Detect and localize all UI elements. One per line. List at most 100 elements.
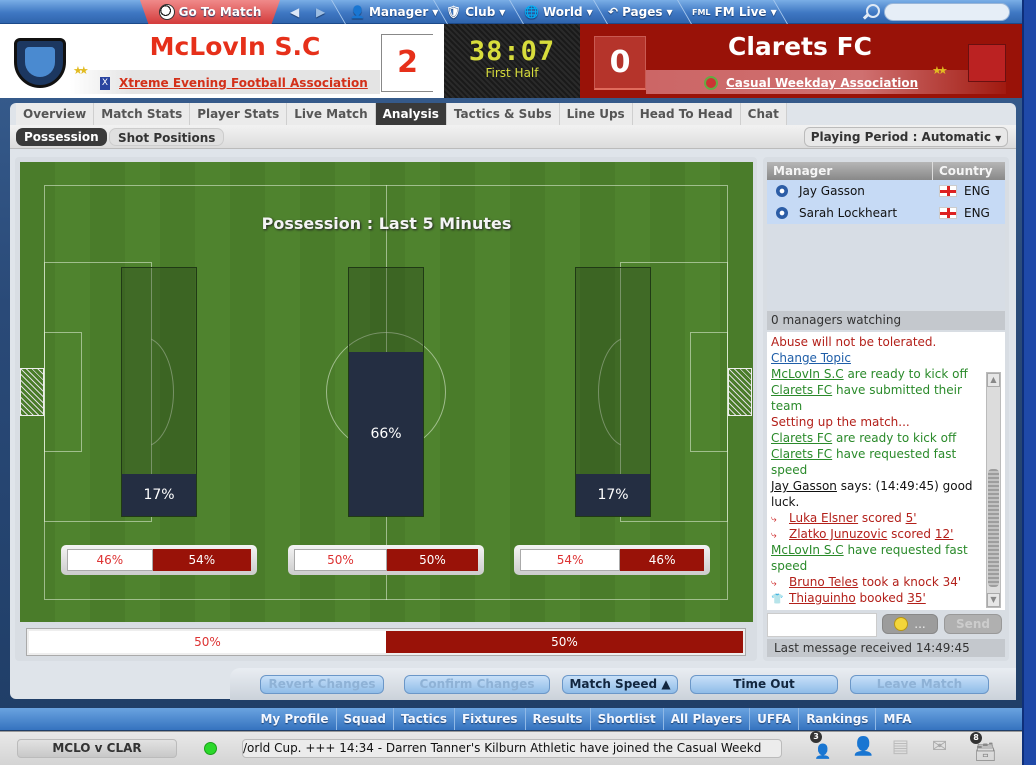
goal-event: ⤷ Zlatko Junuzovic scored 12' — [771, 527, 954, 541]
emoticon-button[interactable]: ... — [882, 614, 938, 634]
away-competition-link[interactable]: Casual Weekday Association — [726, 76, 918, 90]
possession-pitch: Possession : Last 5 Minutes 17% 66% 17% … — [20, 162, 753, 622]
scroll-down-icon[interactable]: ▼ — [987, 593, 1000, 607]
home-share: 46% — [67, 549, 153, 571]
club-shield-icon: 🛡 — [446, 5, 462, 19]
goal-event: ⤷ Luka Elsner scored 5' — [771, 511, 917, 525]
zone-split-right: 54% 46% — [514, 545, 710, 575]
time-out-button[interactable]: Time Out — [690, 675, 838, 694]
tab-live-match[interactable]: Live Match — [287, 103, 376, 125]
tab-tactics-subs[interactable]: Tactics & Subs — [446, 103, 560, 125]
nav-world-menu[interactable]: 🌐 World ▼ — [524, 0, 593, 24]
left-six-yard-box — [44, 332, 82, 452]
go-to-match-button[interactable]: Go To Match — [140, 0, 280, 24]
nav-manager-menu[interactable]: 👤 Manager ▼ — [350, 0, 438, 24]
tab-chat[interactable]: Chat — [740, 103, 787, 125]
bottom-nav-rankings[interactable]: Rankings — [799, 708, 877, 730]
top-navigation-bar: Go To Match ◀ ▶ 👤 Manager ▼ 🛡 Club ▼ 🌐 World ▼… — [0, 0, 1022, 24]
manager-status-icon — [776, 185, 788, 197]
smiley-icon — [894, 617, 909, 631]
confirm-changes-button[interactable]: Confirm Changes — [404, 675, 550, 694]
chat-message: Clarets FC are ready to kick off — [771, 431, 957, 445]
chat-message-input[interactable] — [767, 613, 877, 637]
search-input[interactable] — [884, 3, 1010, 21]
last-message-status: Last message received 14:49:45 — [767, 639, 1005, 657]
dropdown-caret-icon: ▼ — [995, 134, 1002, 143]
nav-club-menu[interactable]: 🛡 Club ▼ — [446, 0, 505, 24]
possession-title: Possession : Last 5 Minutes — [261, 214, 512, 233]
bottom-nav-squad[interactable]: Squad — [337, 708, 394, 730]
bottom-nav-results[interactable]: Results — [526, 708, 591, 730]
tab-match-stats[interactable]: Match Stats — [94, 103, 191, 125]
send-button[interactable]: Send — [944, 614, 1002, 634]
bottom-nav-shortlist[interactable]: Shortlist — [591, 708, 664, 730]
nav-separator — [593, 0, 608, 24]
bottom-nav-mfa[interactable]: MFA — [876, 708, 918, 730]
managers-watching-count: 0 managers watching — [767, 311, 1005, 330]
tab-player-stats[interactable]: Player Stats — [190, 103, 288, 125]
football-icon — [158, 4, 175, 20]
home-competition-icon: X — [100, 77, 110, 90]
online-managers-icon[interactable]: 👤 3 — [808, 731, 834, 762]
news-icon[interactable]: ▤ — [892, 736, 918, 762]
tab-head-to-head[interactable]: Head To Head — [632, 103, 741, 125]
dropdown-caret-icon: ▼ — [770, 7, 777, 17]
home-competition-link[interactable]: Xtreme Evening Football Association — [119, 76, 368, 90]
away-team-name[interactable]: Clarets FC — [660, 32, 940, 61]
back-button[interactable]: ◀ — [290, 0, 299, 24]
bottom-nav-my-profile[interactable]: My Profile — [253, 708, 337, 730]
away-share: 46% — [620, 549, 704, 571]
chat-scrollbar[interactable]: ▲ ▼ — [986, 372, 1001, 608]
away-competition-icon — [704, 76, 718, 90]
nav-pages-menu[interactable]: ↶ Pages ▼ — [608, 0, 673, 24]
scroll-thumb[interactable] — [988, 469, 999, 587]
change-topic-link[interactable]: Change Topic — [771, 350, 985, 366]
managers-table-header: Manager Country — [767, 162, 1005, 180]
zone-split-middle: 50% 50% — [288, 545, 484, 575]
bottom-nav-tactics[interactable]: Tactics — [394, 708, 455, 730]
match-tabs: Overview Match Stats Player Stats Live M… — [16, 103, 787, 125]
shirt-icon: 👕 — [771, 594, 784, 605]
home-team-name[interactable]: McLovIn S.C — [100, 32, 370, 61]
revert-changes-button[interactable]: Revert Changes — [260, 675, 384, 694]
managers-list: Jay Gasson ENG Sarah Lockheart ENG — [767, 180, 1005, 310]
column-manager[interactable]: Manager — [773, 164, 832, 178]
bottom-nav-fixtures[interactable]: Fixtures — [455, 708, 526, 730]
manager-row[interactable]: Sarah Lockheart ENG — [767, 202, 1005, 224]
boot-icon: ⤷ — [771, 530, 777, 541]
bottom-navigation: My Profile Squad Tactics Fixtures Result… — [0, 708, 1022, 730]
current-match-button[interactable]: MCLO v CLAR — [17, 739, 177, 758]
subtab-shot-positions[interactable]: Shot Positions — [109, 128, 225, 146]
mail-icon[interactable]: ✉ — [932, 736, 958, 762]
dropdown-caret-icon: ▼ — [499, 7, 506, 17]
column-country[interactable]: Country — [932, 162, 993, 180]
left-goal — [20, 368, 44, 416]
nav-separator — [677, 0, 692, 24]
scroll-up-icon[interactable]: ▲ — [987, 373, 1000, 387]
home-score: 2 — [381, 34, 433, 92]
tab-line-ups[interactable]: Line Ups — [559, 103, 633, 125]
nav-fm-live-menu[interactable]: FML FM Live ▼ — [692, 0, 777, 24]
chat-messages: Abuse will not be tolerated. Change Topi… — [767, 332, 1005, 610]
search-icon[interactable] — [866, 4, 880, 18]
away-share: 50% — [387, 549, 478, 571]
news-ticker: /orld Cup. +++ 14:34 - Darren Tanner's K… — [242, 739, 782, 758]
globe-icon: 🌐 — [524, 5, 539, 19]
playing-period-dropdown[interactable]: Playing Period : Automatic ▼ — [804, 127, 1008, 147]
match-speed-button[interactable]: Match Speed ▲ — [562, 675, 678, 694]
profile-icon[interactable]: 👤 — [852, 736, 878, 762]
match-clock: 38:07 — [468, 36, 556, 67]
forward-button[interactable]: ▶ — [316, 0, 325, 24]
zone-column-left: 17% — [121, 267, 197, 517]
subtab-possession[interactable]: Possession — [16, 128, 107, 146]
leave-match-button[interactable]: Leave Match — [850, 675, 989, 694]
right-goal — [728, 368, 752, 416]
manager-row[interactable]: Jay Gasson ENG — [767, 180, 1005, 202]
tab-analysis[interactable]: Analysis — [375, 103, 447, 125]
bottom-nav-all-players[interactable]: All Players — [664, 708, 751, 730]
inbox-icon[interactable]: 🗃 8 — [970, 732, 998, 763]
england-flag-icon — [939, 185, 957, 197]
bottom-nav-uffa[interactable]: UFFA — [750, 708, 800, 730]
tab-overview[interactable]: Overview — [16, 103, 95, 125]
chat-message: Setting up the match... — [771, 415, 910, 429]
